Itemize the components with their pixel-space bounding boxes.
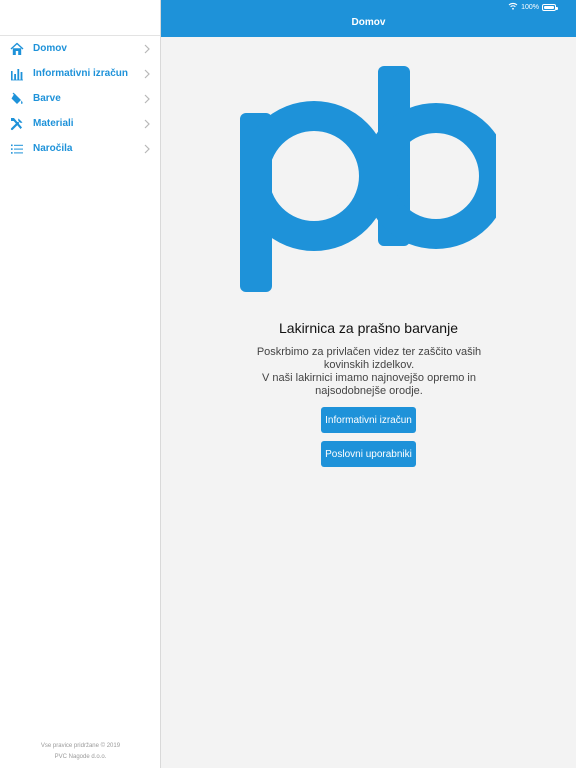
main-content: 100% Domov Lakirnica za prašno barvanje … <box>161 0 576 768</box>
sidebar-item-label: Barve <box>33 93 61 104</box>
sidebar-item-label: Domov <box>33 43 67 54</box>
sidebar-item-materiali[interactable]: Materiali <box>0 111 160 136</box>
description-line: Poskrbimo za privlačen videz ter zaščito… <box>256 346 482 358</box>
sidebar-item-informativni-izracun[interactable]: Informativni izračun <box>0 61 160 86</box>
description-line: V naši lakirnici imamo najnovejšo opremo… <box>262 372 476 384</box>
sidebar-item-barve[interactable]: Barve <box>0 86 160 111</box>
sidebar: Domov Informativni izračun Barve Materia… <box>0 0 161 768</box>
wifi-icon <box>508 2 518 12</box>
paint-bucket-icon <box>10 92 24 106</box>
chevron-right-icon <box>142 43 152 54</box>
bar-chart-icon <box>10 67 24 81</box>
chevron-right-icon <box>142 93 152 104</box>
sidebar-footer: Vse pravice pridržane © 2019 PVC Nagode … <box>0 741 161 763</box>
tools-icon <box>10 117 24 131</box>
battery-icon <box>542 3 558 11</box>
chevron-right-icon <box>142 118 152 129</box>
sidebar-item-label: Naročila <box>33 143 73 154</box>
chevron-right-icon <box>142 143 152 154</box>
poslovni-uporabniki-button[interactable]: Poslovni uporabniki <box>321 441 416 467</box>
chevron-right-icon <box>142 68 152 79</box>
navigation-bar: 100% Domov <box>161 0 576 37</box>
description-line: kovinskih izdelkov. <box>323 359 415 371</box>
headline: Lakirnica za prašno barvanje <box>279 320 458 336</box>
status-bar: 100% <box>508 2 558 12</box>
informativni-izracun-button[interactable]: Informativni izračun <box>321 407 416 433</box>
description-line: najsodobnejše orodje. <box>315 385 423 397</box>
description: Poskrbimo za privlačen videz ter zaščito… <box>251 346 487 398</box>
sidebar-header <box>0 0 160 36</box>
battery-percentage: 100% <box>521 3 539 11</box>
pb-logo <box>239 66 509 292</box>
copyright-text: Vse pravice pridržane © 2019 <box>40 743 121 749</box>
sidebar-item-narocila[interactable]: Naročila <box>0 136 160 161</box>
list-icon <box>10 142 24 156</box>
sidebar-item-label: Materiali <box>33 118 74 129</box>
sidebar-item-domov[interactable]: Domov <box>0 36 160 61</box>
app-window: Domov Informativni izračun Barve Materia… <box>0 0 576 768</box>
home-icon <box>10 42 24 56</box>
company-name: PVC Nagode d.o.o. <box>54 754 107 760</box>
page-title: Domov <box>351 17 386 28</box>
sidebar-nav: Domov Informativni izračun Barve Materia… <box>0 36 160 161</box>
sidebar-item-label: Informativni izračun <box>33 68 129 79</box>
